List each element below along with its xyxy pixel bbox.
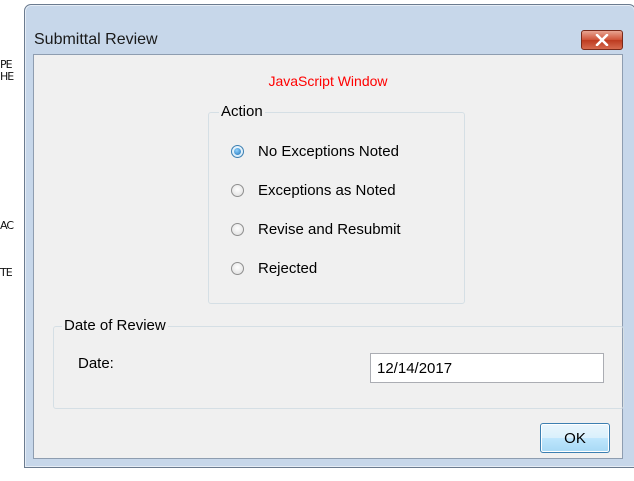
background-text-fragment: AC: [0, 219, 14, 232]
action-groupbox: Action No Exceptions Noted Exceptions as…: [208, 103, 465, 304]
radio-rejected[interactable]: Rejected: [231, 258, 317, 278]
dialog-window: Submittal Review JavaScript Window Actio…: [24, 4, 634, 468]
radio-label: No Exceptions Noted: [258, 142, 399, 160]
date-input[interactable]: [370, 353, 604, 383]
date-of-review-legend: Date of Review: [62, 317, 168, 334]
date-of-review-groupbox: Date of Review Date:: [53, 317, 624, 409]
radio-exceptions-as-noted[interactable]: Exceptions as Noted: [231, 180, 396, 200]
radio-checked-icon: [231, 144, 244, 158]
radio-unchecked-icon: [231, 261, 244, 275]
radio-unchecked-icon: [231, 183, 244, 197]
radio-revise-and-resubmit[interactable]: Revise and Resubmit: [231, 219, 401, 239]
action-group-legend: Action: [219, 103, 265, 120]
radio-unchecked-icon: [231, 222, 244, 236]
ok-button[interactable]: OK: [540, 423, 610, 453]
date-label: Date:: [78, 355, 114, 372]
javascript-window-note: JavaScript Window: [268, 73, 388, 89]
radio-label: Revise and Resubmit: [258, 220, 401, 238]
radio-label: Rejected: [258, 259, 318, 277]
close-x-icon: [595, 34, 609, 46]
background-text-fragment: TE: [0, 266, 13, 279]
dialog-content: JavaScript Window Action No Exceptions N…: [33, 54, 624, 459]
dialog-title: Submittal Review: [34, 31, 158, 48]
radio-no-exceptions-noted[interactable]: No Exceptions Noted: [231, 141, 399, 161]
close-button[interactable]: [581, 30, 623, 50]
radio-label: Exceptions as Noted: [258, 181, 396, 199]
background-text-fragment: HE: [0, 70, 14, 83]
